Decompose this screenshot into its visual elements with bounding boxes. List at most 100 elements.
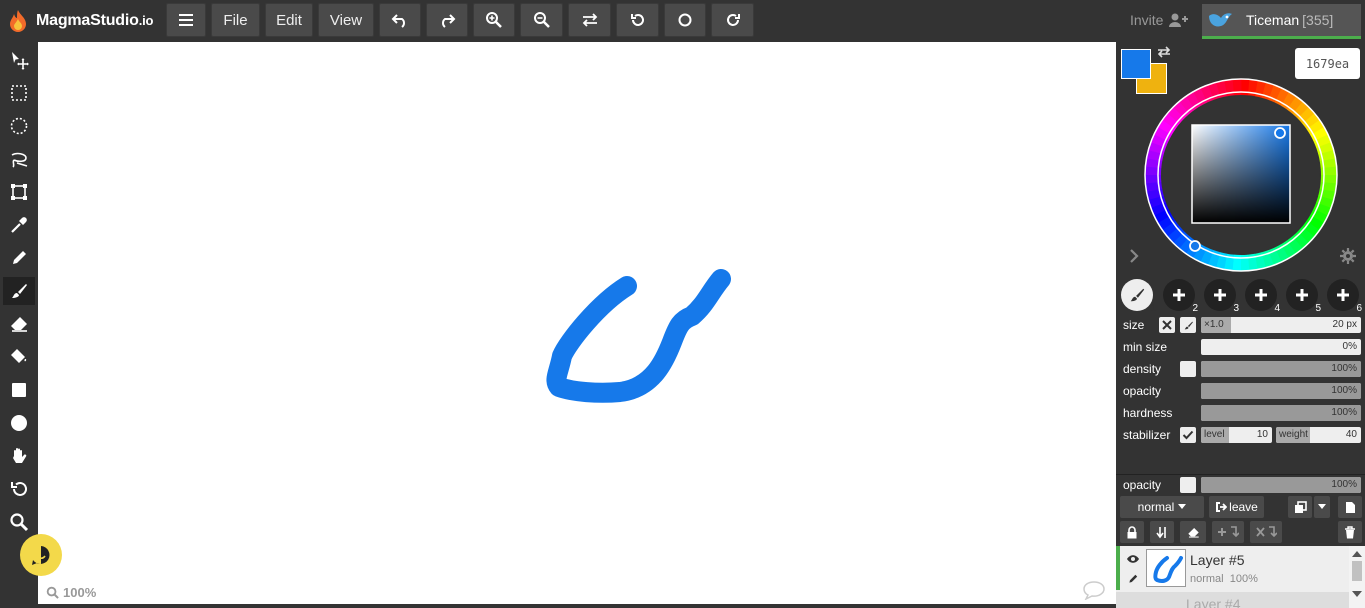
layer-item[interactable]: Layer #5 normal 100% xyxy=(1116,546,1349,590)
redo-icon xyxy=(442,14,456,28)
color-wheel[interactable] xyxy=(1144,78,1338,272)
eye-icon[interactable] xyxy=(1126,554,1140,564)
pencil-tool[interactable] xyxy=(3,244,35,272)
layer-name: Layer #5 xyxy=(1190,552,1245,568)
leave-button[interactable]: leave xyxy=(1209,496,1264,518)
rect-select-tool[interactable] xyxy=(3,79,35,107)
stabilizer-weight-slider[interactable]: weight 40 xyxy=(1276,427,1361,443)
brush-slot-3[interactable]: 3 xyxy=(1204,279,1239,314)
lasso-tool[interactable] xyxy=(3,145,35,173)
gear-icon[interactable] xyxy=(1340,248,1356,264)
lock-layer-button[interactable] xyxy=(1120,521,1144,543)
clear-layer-button[interactable] xyxy=(1180,521,1206,543)
swap-arrows-icon xyxy=(582,13,597,27)
min-size-value: 0% xyxy=(1342,341,1357,352)
new-layer-button[interactable] xyxy=(1338,496,1362,518)
view-menu-button[interactable]: View xyxy=(318,3,374,37)
hand-tool[interactable] xyxy=(3,442,35,470)
hex-color-input[interactable]: 1679ea xyxy=(1295,48,1360,79)
zoom-out-button[interactable] xyxy=(520,3,563,37)
brush-slot-4[interactable]: 4 xyxy=(1245,279,1280,314)
close-icon xyxy=(1162,320,1172,330)
primary-color-swatch[interactable] xyxy=(1121,49,1151,79)
eraser-icon xyxy=(11,317,27,332)
comment-icon[interactable] xyxy=(1082,580,1106,600)
swap-colors-icon[interactable] xyxy=(1156,45,1172,59)
eyedropper-icon xyxy=(11,217,27,233)
add-clipping-button[interactable] xyxy=(1212,521,1244,543)
plus-icon xyxy=(1296,289,1308,301)
rotate-view-tool[interactable] xyxy=(3,475,35,503)
layer-thumbnail-stroke xyxy=(1153,556,1183,583)
layer-menu-dropdown[interactable] xyxy=(1314,496,1330,518)
ellipse-select-tool[interactable] xyxy=(3,112,35,140)
slot-number: 4 xyxy=(1274,303,1280,314)
reset-rotation-button[interactable] xyxy=(664,3,706,37)
blend-mode-select[interactable]: normal xyxy=(1120,496,1204,518)
hardness-value: 100% xyxy=(1331,407,1357,418)
scrollbar-thumb[interactable] xyxy=(1352,561,1362,581)
file-menu-button[interactable]: File xyxy=(211,3,260,37)
hand-icon xyxy=(13,448,27,463)
flip-view-button[interactable] xyxy=(568,3,611,37)
brush-slot-6[interactable]: 6 xyxy=(1327,279,1362,314)
rectangle-icon xyxy=(12,383,26,397)
redo-button[interactable] xyxy=(426,3,468,37)
eyedropper-tool[interactable] xyxy=(3,211,35,239)
sv-picker-handle[interactable] xyxy=(1274,127,1286,139)
rotate-right-button[interactable] xyxy=(711,3,754,37)
scroll-up-icon xyxy=(1352,551,1362,557)
min-size-slider[interactable]: 0% xyxy=(1201,339,1361,355)
brush-tool[interactable] xyxy=(3,277,35,305)
rotate-left-button[interactable] xyxy=(616,3,659,37)
hue-picker-handle[interactable] xyxy=(1189,240,1201,252)
density-slider[interactable]: 100% xyxy=(1201,361,1361,377)
level-value: 10 xyxy=(1256,429,1268,440)
rectangle-tool[interactable] xyxy=(3,376,35,404)
pencil-icon xyxy=(13,251,26,264)
zoom-in-button[interactable] xyxy=(473,3,515,37)
size-pressure-brush-button[interactable] xyxy=(1180,317,1196,333)
layer-thumbnail xyxy=(1146,549,1186,587)
zoom-tool[interactable] xyxy=(3,508,35,536)
layer-opacity-lock-checkbox[interactable] xyxy=(1180,477,1196,493)
user-badge[interactable]: Ticeman [355] xyxy=(1202,4,1361,39)
merge-down-button[interactable] xyxy=(1150,521,1174,543)
remove-clipping-button[interactable] xyxy=(1250,521,1282,543)
edit-menu-button[interactable]: Edit xyxy=(265,3,313,37)
ellipse-tool[interactable] xyxy=(3,409,35,437)
duplicate-layer-button[interactable] xyxy=(1288,496,1312,518)
hardness-slider[interactable]: 100% xyxy=(1201,405,1361,421)
stabilizer-checkbox[interactable] xyxy=(1180,427,1196,443)
zoom-readout[interactable]: 100% xyxy=(46,585,96,600)
brush-slot-1[interactable]: 1 xyxy=(1121,279,1156,314)
plus-icon xyxy=(1255,289,1267,301)
brush-slot-2[interactable]: 2 xyxy=(1163,279,1198,314)
drawing-canvas[interactable]: 100% xyxy=(38,42,1116,604)
undo-button[interactable] xyxy=(379,3,421,37)
invite-button[interactable]: Invite xyxy=(1130,12,1189,28)
hamburger-menu-button[interactable] xyxy=(166,3,206,37)
transform-tool[interactable] xyxy=(3,178,35,206)
size-slider[interactable]: ×1.0 20 px xyxy=(1201,317,1361,333)
layer-opacity-row: opacity 100% xyxy=(1116,474,1365,494)
density-pressure-checkbox[interactable] xyxy=(1180,361,1196,377)
arrow-down-icon xyxy=(1156,526,1166,538)
opacity-slider[interactable]: 100% xyxy=(1201,383,1361,399)
size-pressure-off-button[interactable] xyxy=(1159,317,1175,333)
undo-icon xyxy=(391,14,405,28)
stabilizer-level-slider[interactable]: level 10 xyxy=(1201,427,1272,443)
eraser-tool[interactable] xyxy=(3,310,35,338)
paint-bucket-tool[interactable] xyxy=(3,343,35,371)
delete-layer-button[interactable] xyxy=(1338,521,1362,543)
chevron-right-icon[interactable] xyxy=(1128,248,1140,264)
plus-icon xyxy=(1173,289,1185,301)
layer-opacity-slider[interactable]: 100% xyxy=(1201,477,1361,493)
weight-label: weight xyxy=(1279,429,1308,440)
layers-scrollbar[interactable] xyxy=(1349,546,1365,608)
logo[interactable]: MagmaStudio.io xyxy=(8,8,153,34)
brush-slot-5[interactable]: 5 xyxy=(1286,279,1321,314)
help-chat-button[interactable] xyxy=(20,534,62,576)
move-tool[interactable] xyxy=(3,46,35,74)
layer-item[interactable]: Layer #4 xyxy=(1116,592,1349,608)
